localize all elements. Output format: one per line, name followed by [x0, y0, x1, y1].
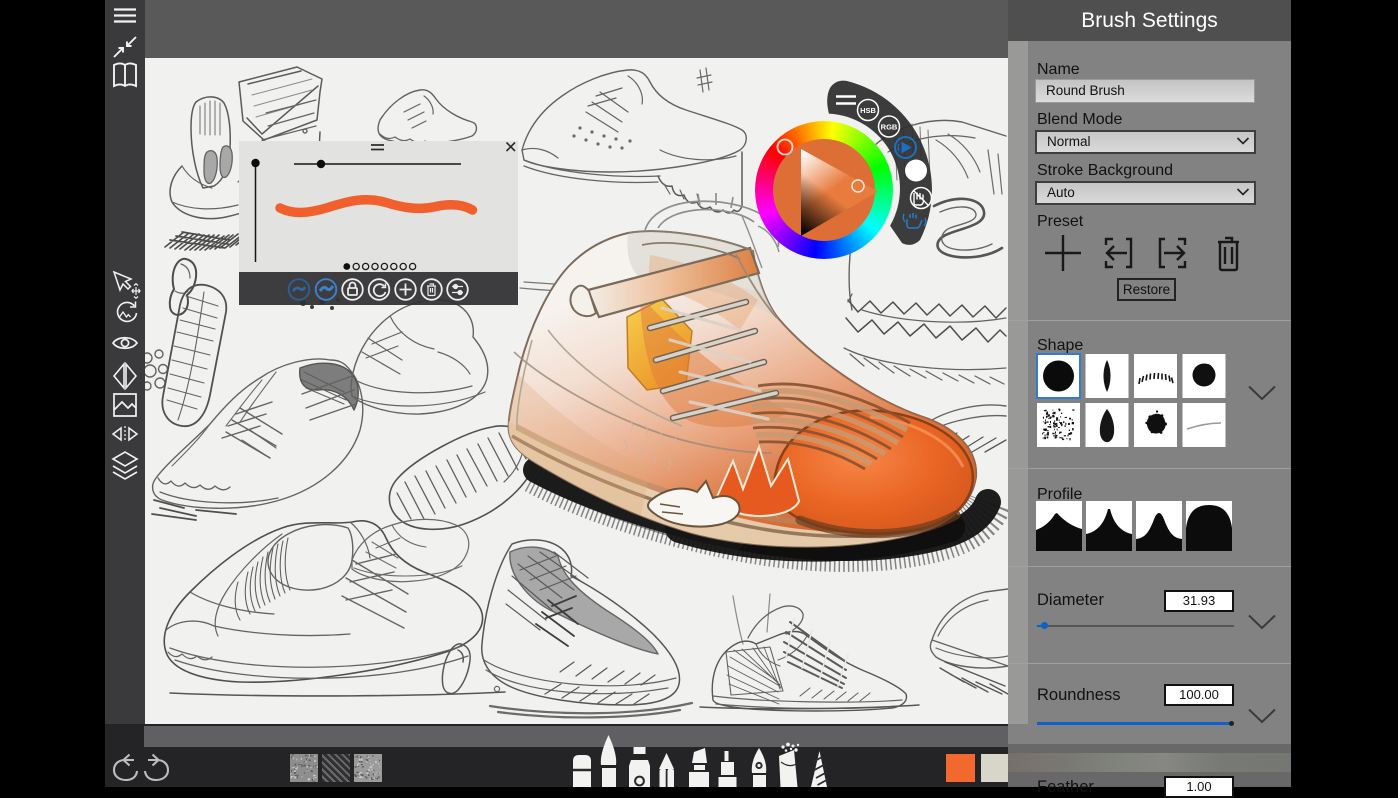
- svg-text:HSB: HSB: [860, 106, 876, 115]
